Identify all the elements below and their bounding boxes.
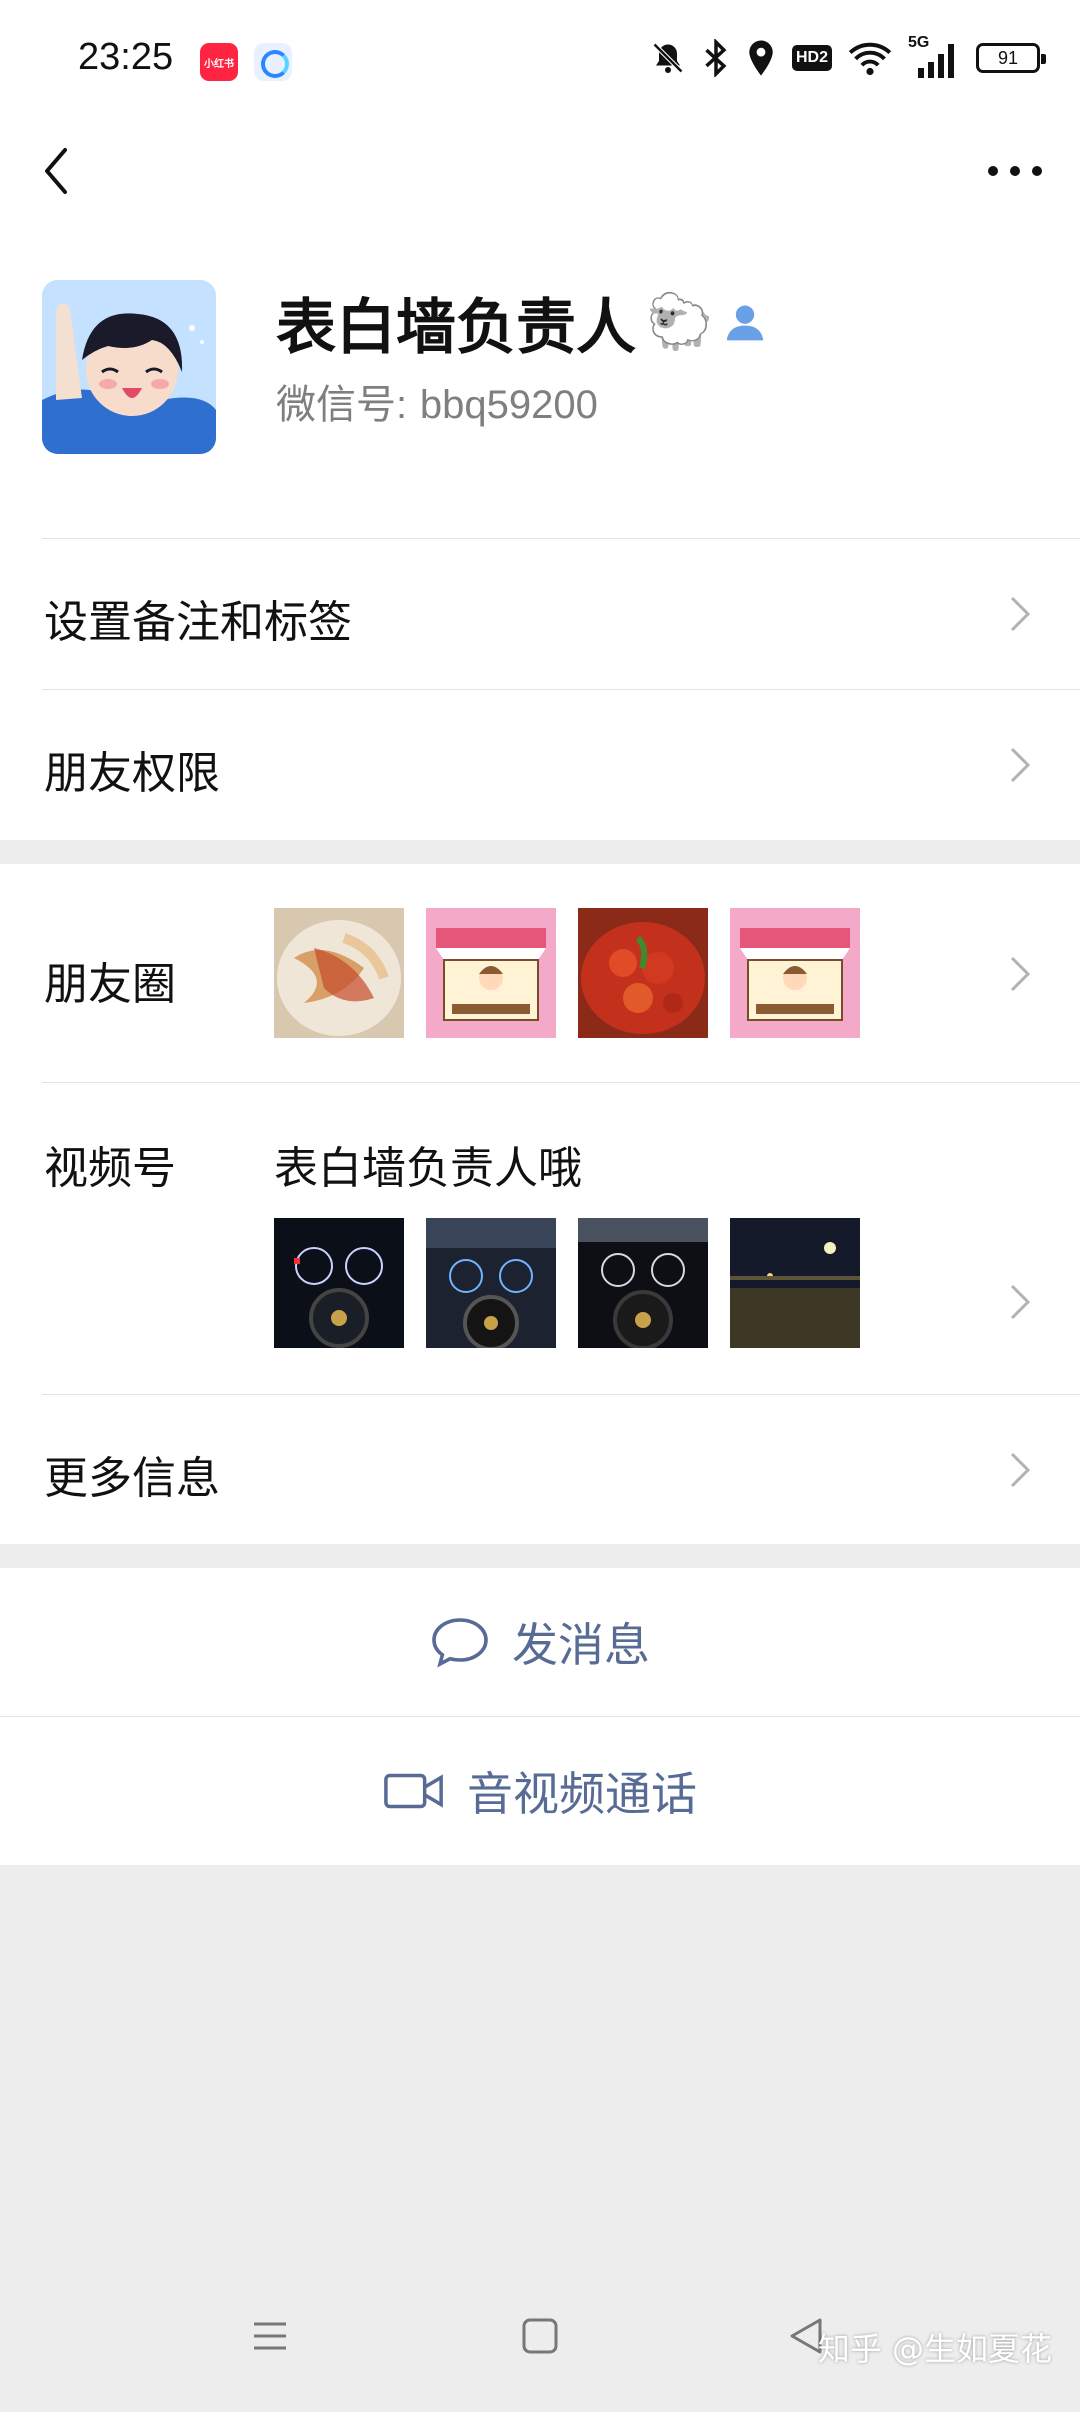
hd-badge: HD2 — [791, 45, 832, 71]
wechat-id-label: 微信号: — [276, 383, 408, 427]
moments-thumbnail — [730, 908, 860, 1038]
xiaohongshu-app-icon: 小红书 — [200, 43, 238, 81]
send-message-label: 发消息 — [512, 1618, 650, 1672]
bluetooth-icon — [705, 39, 727, 77]
moments-label: 朋友圈 — [44, 959, 176, 1010]
remark-tags-label: 设置备注和标签 — [44, 597, 352, 648]
moments-item[interactable]: 朋友圈 — [0, 864, 1080, 1082]
chevron-right-icon — [1010, 747, 1031, 783]
chevron-right-icon — [1010, 596, 1031, 632]
wechat-id: 微信号: bbq59200 — [276, 372, 598, 430]
mute-bell-icon — [652, 42, 684, 74]
channels-label: 视频号 — [44, 1143, 176, 1194]
wechat-id-value: bbq59200 — [419, 383, 598, 427]
friend-permissions-item[interactable]: 朋友权限 — [0, 689, 1080, 840]
moments-thumbnail — [426, 908, 556, 1038]
channels-thumbnail — [426, 1218, 556, 1348]
person-icon — [726, 305, 764, 341]
home-nav-icon[interactable] — [520, 2316, 560, 2356]
voice-video-call-button[interactable]: 音视频通话 — [0, 1717, 1080, 1865]
nickname: 表白墙负责人 — [276, 292, 636, 363]
moments-thumbnail — [274, 908, 404, 1038]
channels-name: 表白墙负责人哦 — [274, 1143, 582, 1194]
menu-nav-icon[interactable] — [250, 2316, 290, 2356]
video-camera-icon — [384, 1773, 443, 1809]
voice-video-call-label: 音视频通话 — [467, 1767, 697, 1821]
location-icon — [749, 40, 773, 76]
sheep-emoji: 🐑 — [646, 290, 714, 353]
channels-item[interactable]: 视频号 表白墙负责人哦 — [0, 1082, 1080, 1394]
avatar[interactable] — [42, 280, 216, 454]
battery-indicator: 91 — [976, 43, 1046, 73]
more-info-item[interactable]: 更多信息 — [0, 1394, 1080, 1544]
more-info-label: 更多信息 — [44, 1453, 220, 1504]
friend-permissions-label: 朋友权限 — [44, 748, 220, 799]
channels-thumbnail — [274, 1218, 404, 1348]
content-group: 朋友圈 视频号 表白墙负责人哦 更多信息 — [0, 864, 1080, 1544]
back-icon[interactable] — [30, 140, 90, 200]
chat-bubble-icon — [432, 1618, 488, 1668]
more-icon[interactable] — [980, 140, 1050, 200]
profile-header: 表白墙负责人 🐑 微信号: bbq59200 — [0, 220, 1080, 538]
browser-app-icon — [254, 43, 292, 81]
signal-icon: 5G — [908, 34, 960, 78]
status-time: 23:25 — [78, 36, 174, 78]
status-icons: HD2 5G 91 — [650, 34, 1046, 80]
settings-group: 设置备注和标签 朋友权限 — [0, 538, 1080, 840]
chevron-right-icon — [1010, 956, 1031, 992]
channels-thumbnail — [578, 1218, 708, 1348]
channels-thumbnail — [730, 1218, 860, 1348]
top-bar — [0, 120, 1080, 220]
remark-tags-item[interactable]: 设置备注和标签 — [0, 538, 1080, 689]
system-navigation-bar: 知乎 @生如夏花 — [0, 2272, 1080, 2412]
chevron-right-icon — [1010, 1452, 1031, 1488]
wifi-icon — [848, 42, 892, 76]
chevron-right-icon — [1010, 1284, 1031, 1320]
moments-thumbnail — [578, 908, 708, 1038]
send-message-button[interactable]: 发消息 — [0, 1568, 1080, 1716]
watermark: 知乎 @生如夏花 — [817, 2330, 1052, 2368]
status-bar: 23:25 小红书 HD2 5G 91 — [0, 0, 1080, 120]
nickname-row: 表白墙负责人 🐑 — [276, 282, 767, 363]
